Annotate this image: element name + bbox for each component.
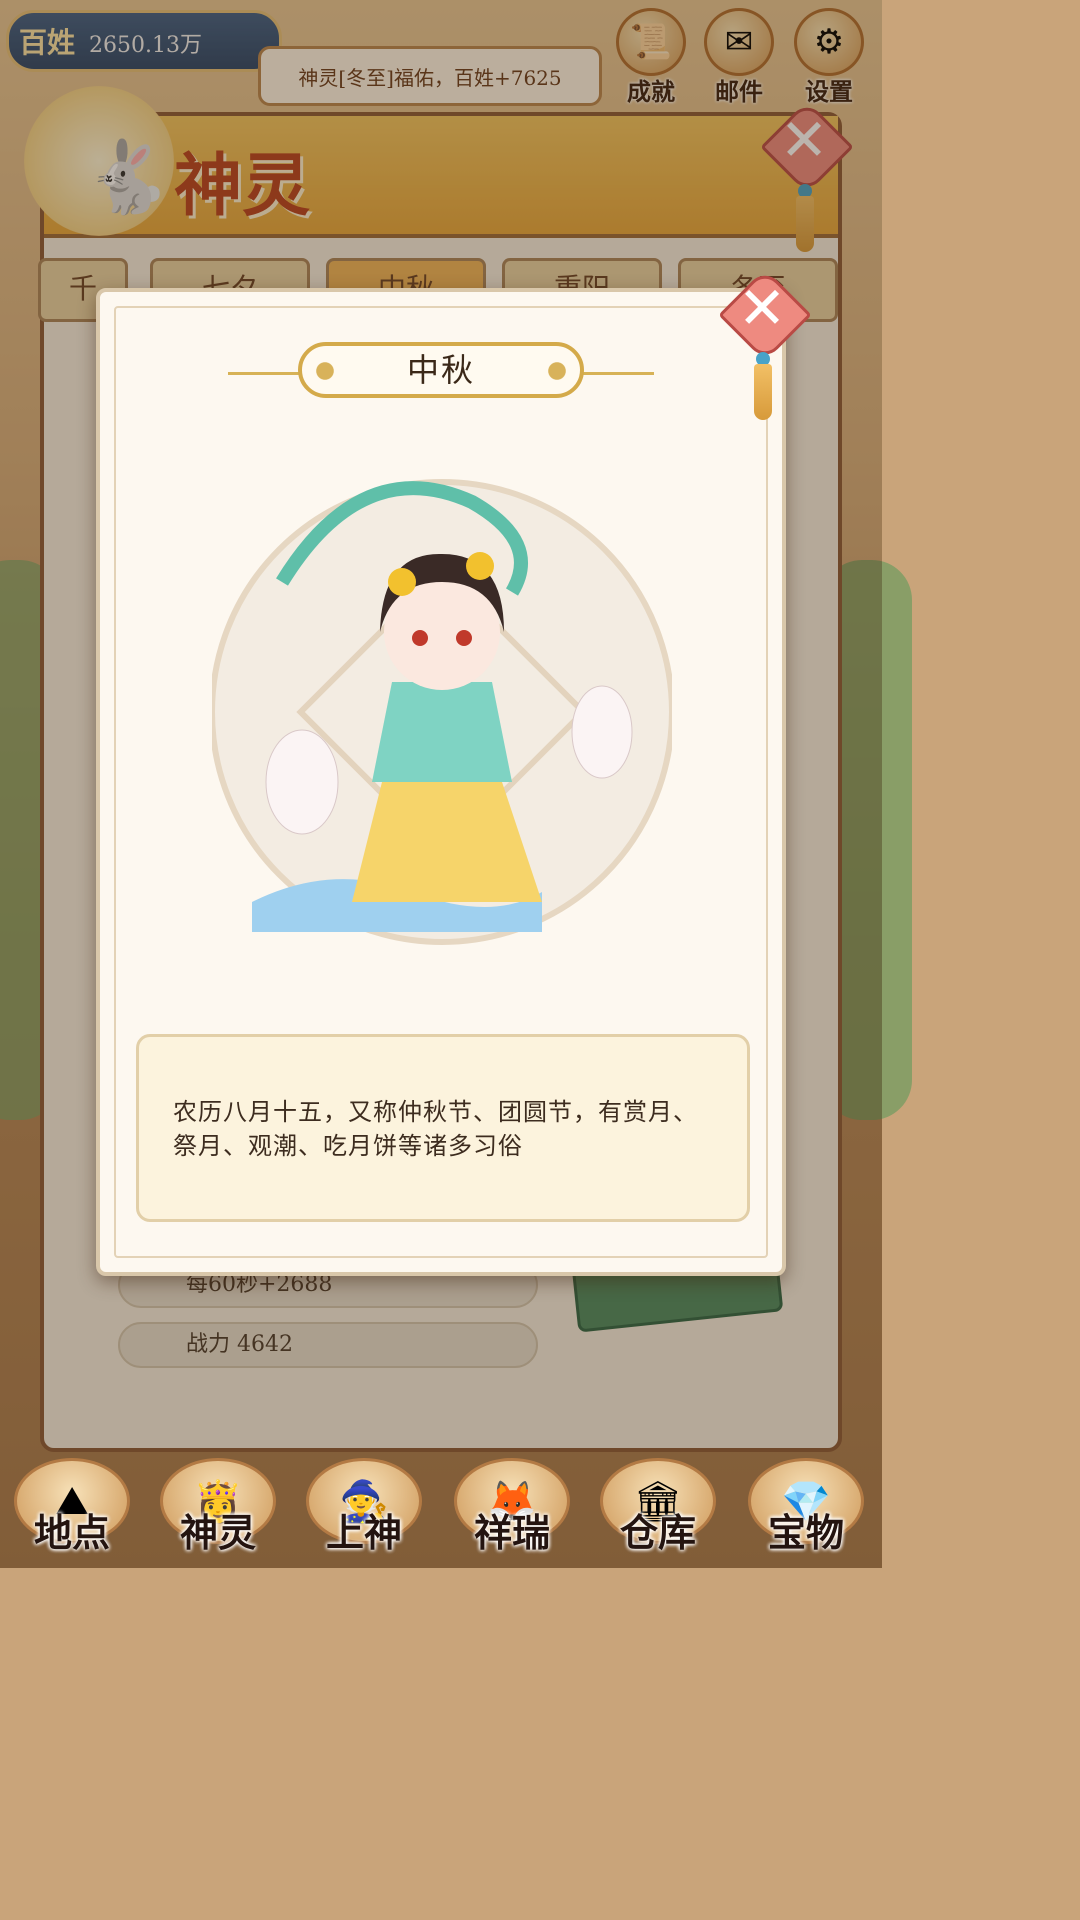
art-eye-right (456, 630, 472, 646)
nav-location-label: 地点 (33, 1510, 110, 1555)
art-flower-left (388, 568, 416, 596)
art-flower-right (466, 552, 494, 580)
nav-treasure[interactable]: 💎 宝物 (734, 1452, 878, 1568)
nav-warehouse[interactable]: 🏛 仓库 (586, 1452, 730, 1568)
modal-close-button[interactable]: ✕ (710, 260, 814, 420)
art-rabbit-left (265, 729, 339, 835)
festival-detail-modal: 中秋 农历八月十五，又称仲秋节、团圆节，有赏月、祭月、观潮、吃月饼等诸多习俗 (96, 288, 786, 1276)
mid-autumn-goddess-illustration (212, 479, 672, 945)
nav-deity-label: 神灵 (179, 1510, 256, 1555)
festival-description: 农历八月十五，又称仲秋节、团圆节，有赏月、祭月、观潮、吃月饼等诸多习俗 (136, 1034, 750, 1222)
modal-close-tassel (754, 364, 772, 420)
nav-auspicious-label: 祥瑞 (473, 1510, 550, 1555)
modal-title-banner: 中秋 (228, 342, 654, 404)
nav-warehouse-label: 仓库 (619, 1510, 696, 1555)
nav-auspicious[interactable]: 🦊 祥瑞 (440, 1452, 584, 1568)
art-robe (372, 682, 512, 782)
nav-deity[interactable]: 👸 神灵 (146, 1452, 290, 1568)
modal-title: 中秋 (406, 351, 475, 389)
nav-location[interactable]: ⛰ 地点 (0, 1452, 144, 1568)
close-icon: ✕ (737, 274, 787, 342)
art-eye-left (412, 630, 428, 646)
modal-title-box: 中秋 (298, 342, 584, 398)
nav-upper-deity-label: 上神 (325, 1510, 402, 1555)
art-rabbit-right (571, 685, 633, 779)
title-ornament-left (308, 354, 342, 388)
nav-treasure-label: 宝物 (767, 1510, 844, 1555)
title-ornament-right (540, 354, 574, 388)
bottom-navigation: ⛰ 地点 👸 神灵 🧙 上神 🦊 祥瑞 🏛 仓库 💎 宝物 (0, 1452, 882, 1568)
nav-upper-deity[interactable]: 🧙 上神 (292, 1452, 436, 1568)
